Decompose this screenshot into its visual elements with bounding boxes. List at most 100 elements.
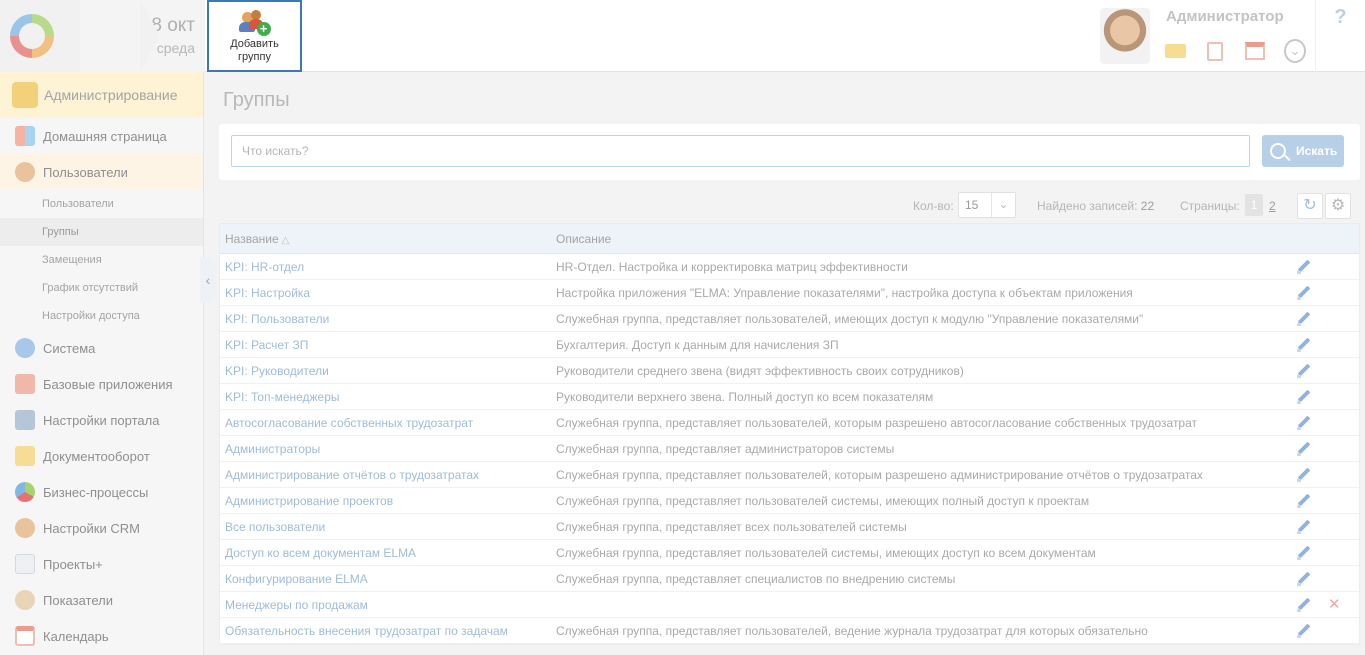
sidebar-item-label: Показатели <box>43 592 113 608</box>
sidebar: Администрирование Домашняя страница Поль… <box>0 72 204 655</box>
search-input[interactable]: Что искать? <box>231 135 1250 167</box>
group-name-link[interactable]: Менеджеры по продажам <box>220 598 551 612</box>
edit-pencil-icon[interactable] <box>1296 597 1312 613</box>
add-group-button[interactable]: + Добавить группу <box>207 0 302 72</box>
table-row[interactable]: KPI: Пользователи Служебная группа, предс… <box>220 306 1359 332</box>
lock-icon <box>12 82 38 108</box>
edit-pencil-icon[interactable] <box>1296 285 1312 301</box>
sidebar-subitem-groups[interactable]: Группы <box>0 218 203 246</box>
group-description: Служебная группа, представляет пользоват… <box>556 467 1203 482</box>
sidebar-item-crm-settings[interactable]: Настройки CRM <box>0 510 203 546</box>
group-name-link[interactable]: Все пользователи <box>220 520 551 534</box>
group-name-link[interactable]: Доступ ко всем документам ELMA <box>220 546 551 560</box>
sidebar-subitem-users[interactable]: Пользователи <box>0 190 203 218</box>
edit-pencil-icon[interactable] <box>1296 337 1312 353</box>
edit-pencil-icon[interactable] <box>1296 441 1312 457</box>
delete-icon[interactable]: ✕ <box>1328 597 1341 612</box>
table-row[interactable]: Все пользователи Служебная группа, предст… <box>220 514 1359 540</box>
column-header-name-label: Название <box>225 231 279 246</box>
table-row[interactable]: Конфигурирование ELMA Служебная группа, п… <box>220 566 1359 592</box>
sidebar-subitem-access-settings[interactable]: Настройки доступа <box>0 302 203 330</box>
table-row[interactable]: KPI: HR-отдел HR-Отдел. Настройка и корре… <box>220 254 1359 280</box>
table-row[interactable]: Менеджеры по продажам ✕ <box>220 592 1359 618</box>
table-row[interactable]: KPI: Топ-менеджеры Руководители верхнего … <box>220 384 1359 410</box>
calendar-icon <box>15 626 35 646</box>
groups-table: Название △ Описание KPI: HR-отдел HR-Отдел… <box>219 223 1360 645</box>
group-name-link[interactable]: Администрирование отчётов о трудозатрата… <box>220 468 551 482</box>
sidebar-item-projects[interactable]: Проекты+ <box>0 546 203 582</box>
refresh-icon[interactable]: ↻ <box>1297 193 1323 219</box>
user-name[interactable]: Администратор <box>1166 8 1284 25</box>
sidebar-item-base-apps[interactable]: Базовые приложения <box>0 366 203 402</box>
edit-pencil-icon[interactable] <box>1296 519 1312 535</box>
column-header-name[interactable]: Название △ <box>220 232 551 246</box>
calendar-icon[interactable] <box>1244 40 1266 62</box>
settings-icon <box>15 410 35 430</box>
group-name-link[interactable]: Администрирование проектов <box>220 494 551 508</box>
sidebar-item-label: Настройки портала <box>43 412 160 428</box>
page-1[interactable]: 1 <box>1245 194 1263 216</box>
group-name-link[interactable]: Автосогласование собственных трудозатрат <box>220 416 551 430</box>
sidebar-item-business-processes[interactable]: Бизнес-процессы <box>0 474 203 510</box>
sidebar-item-administration[interactable]: Администрирование <box>0 72 203 118</box>
row-actions: ✕ <box>1291 597 1359 613</box>
table-row[interactable]: Обязательность внесения трудозатрат по з… <box>220 618 1359 644</box>
page-2[interactable]: 2 <box>1269 199 1276 213</box>
sidebar-item-home[interactable]: Домашняя страница <box>0 118 203 154</box>
group-description: Служебная группа, представляет пользоват… <box>556 311 1144 326</box>
group-name-link[interactable]: Обязательность внесения трудозатрат по з… <box>220 624 551 638</box>
edit-pencil-icon[interactable] <box>1296 259 1312 275</box>
group-name-link[interactable]: KPI: Пользователи <box>220 312 551 326</box>
sidebar-item-portal-settings[interactable]: Настройки портала <box>0 402 203 438</box>
table-row[interactable]: Автосогласование собственных трудозатрат… <box>220 410 1359 436</box>
table-row[interactable]: Администрирование проектов Служебная груп… <box>220 488 1359 514</box>
group-name-link[interactable]: KPI: Топ-менеджеры <box>220 390 551 404</box>
table-row[interactable]: Администрирование отчётов о трудозатрата… <box>220 462 1359 488</box>
chevron-down-icon[interactable]: ⌄ <box>1284 39 1306 63</box>
table-row[interactable]: KPI: Расчет ЗП Бухгалтерия. Доступ к данн… <box>220 332 1359 358</box>
edit-pencil-icon[interactable] <box>1296 571 1312 587</box>
edit-pencil-icon[interactable] <box>1296 623 1312 639</box>
table-row[interactable]: KPI: Настройка Настройка приложения "ELMA… <box>220 280 1359 306</box>
group-name-link[interactable]: KPI: Расчет ЗП <box>220 338 551 352</box>
sidebar-item-label: Пользователи <box>43 164 128 180</box>
avatar[interactable] <box>1100 8 1150 64</box>
group-name-link[interactable]: KPI: Настройка <box>220 286 551 300</box>
edit-pencil-icon[interactable] <box>1296 415 1312 431</box>
search-button-label: Искать <box>1296 144 1338 158</box>
sidebar-item-documents[interactable]: Документооборот <box>0 438 203 474</box>
group-name-link[interactable]: Конфигурирование ELMA <box>220 572 551 586</box>
table-row[interactable]: Администраторы Служебная группа, представ… <box>220 436 1359 462</box>
column-header-description[interactable]: Описание <box>551 232 1291 246</box>
edit-pencil-icon[interactable] <box>1296 545 1312 561</box>
edit-pencil-icon[interactable] <box>1296 389 1312 405</box>
page-size-select[interactable]: 15 ⌄ <box>958 192 1016 218</box>
edit-pencil-icon[interactable] <box>1296 467 1312 483</box>
sidebar-item-users[interactable]: Пользователи <box>0 154 203 190</box>
tasks-icon[interactable] <box>1204 40 1226 62</box>
group-name-link[interactable]: KPI: HR-отдел <box>220 260 551 274</box>
sidebar-subitem-substitutions[interactable]: Замещения <box>0 246 203 274</box>
group-name-link[interactable]: KPI: Руководители <box>220 364 551 378</box>
mail-icon[interactable] <box>1164 40 1186 62</box>
edit-pencil-icon[interactable] <box>1296 363 1312 379</box>
table-row[interactable]: KPI: Руководители Руководители среднего з… <box>220 358 1359 384</box>
group-name-link[interactable]: Администраторы <box>220 442 551 456</box>
logo[interactable] <box>0 0 80 72</box>
sidebar-item-label: Документооборот <box>43 448 150 464</box>
sidebar-item-calendar[interactable]: Календарь <box>0 618 203 654</box>
records-found-value: 22 <box>1140 199 1155 213</box>
row-actions <box>1291 493 1359 509</box>
row-actions <box>1291 545 1359 561</box>
sidebar-item-indicators[interactable]: Показатели <box>0 582 203 618</box>
edit-pencil-icon[interactable] <box>1296 493 1312 509</box>
sidebar-subitem-absence-schedule[interactable]: График отсутствий <box>0 274 203 302</box>
gear-icon[interactable]: ⚙ <box>1325 193 1351 219</box>
group-description: Служебная группа, представляет всех поль… <box>556 519 907 534</box>
sidebar-item-system[interactable]: Система <box>0 330 203 366</box>
table-row[interactable]: Доступ ко всем документам ELMA Служебная … <box>220 540 1359 566</box>
edit-pencil-icon[interactable] <box>1296 311 1312 327</box>
network-icon <box>15 338 35 358</box>
help-button[interactable]: ? <box>1315 0 1365 72</box>
search-button[interactable]: Искать <box>1262 135 1344 167</box>
